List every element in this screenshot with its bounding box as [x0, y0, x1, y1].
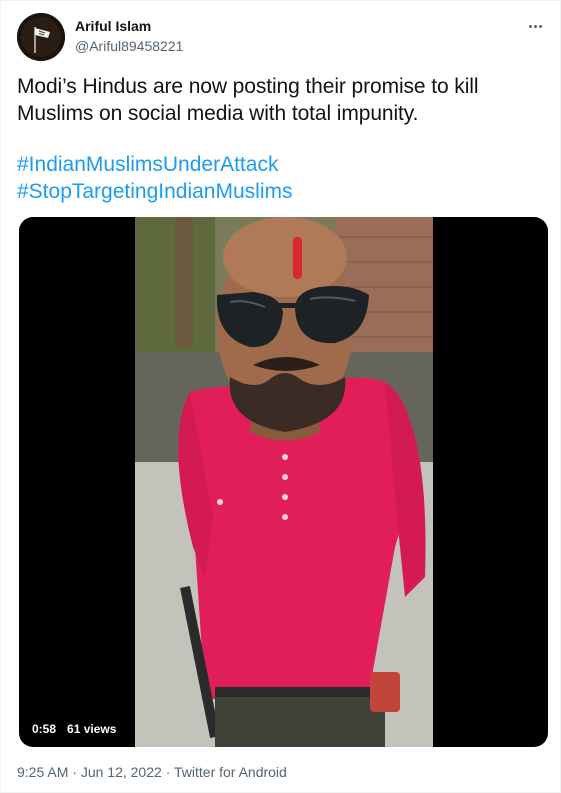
tweet-card: Ariful Islam @Ariful89458221 Modi’s Hind…	[0, 0, 561, 793]
tweet-text: Modi’s Hindus are now posting their prom…	[17, 75, 479, 125]
tweet-source[interactable]: Twitter for Android	[174, 764, 287, 780]
user-handle[interactable]: @Ariful89458221	[75, 37, 183, 55]
more-options-button[interactable]	[524, 15, 546, 37]
video-duration: 0:58	[27, 719, 62, 739]
video-thumbnail	[135, 217, 433, 747]
tweet-date[interactable]: Jun 12, 2022	[81, 764, 162, 780]
duration-text: 0:58	[32, 722, 57, 736]
hashtag-link[interactable]: #StopTargetingIndianMuslims	[17, 178, 537, 205]
avatar[interactable]	[17, 13, 65, 61]
video-meta: 0:58 61 views	[27, 719, 116, 739]
display-name[interactable]: Ariful Islam	[75, 17, 183, 35]
video-player[interactable]: 0:58 61 views	[19, 217, 548, 747]
view-count: 61 views	[67, 722, 117, 736]
tweet-time[interactable]: 9:25 AM	[17, 764, 68, 780]
user-info: Ariful Islam @Ariful89458221	[75, 17, 183, 55]
more-horizontal-icon	[528, 24, 543, 28]
hashtag-link[interactable]: #IndianMuslimsUnderAttack	[17, 151, 537, 178]
separator: ·	[165, 764, 171, 780]
hashtag-list: #IndianMuslimsUnderAttack #StopTargeting…	[17, 151, 537, 205]
tweet-header: Ariful Islam @Ariful89458221	[17, 13, 546, 61]
avatar-image	[17, 13, 65, 61]
video-frame	[135, 217, 433, 747]
tweet-footer: 9:25 AM · Jun 12, 2022 · Twitter for And…	[17, 763, 287, 781]
separator: ·	[72, 764, 77, 780]
